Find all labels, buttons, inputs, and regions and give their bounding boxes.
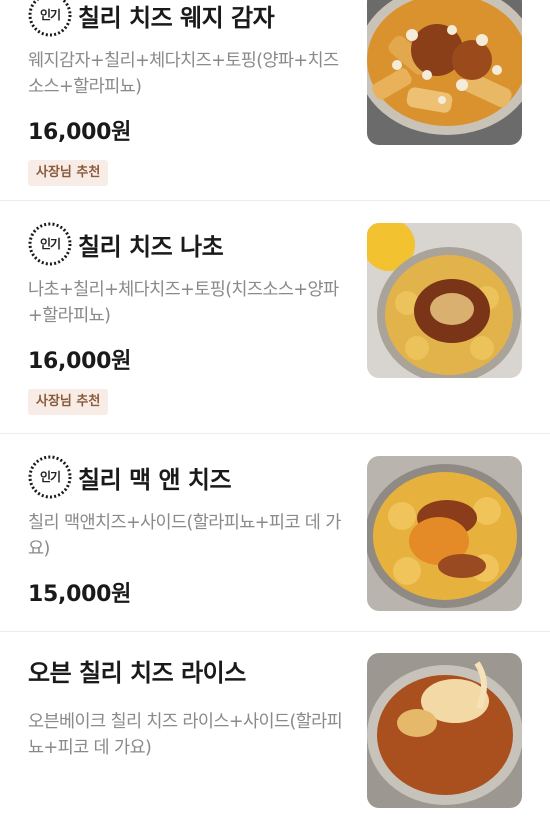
menu-item-photo — [367, 456, 522, 611]
menu-item-name: 칠리 맥 앤 치즈 — [78, 465, 232, 494]
menu-item-name: 칠리 치즈 나초 — [78, 232, 224, 261]
menu-item-name: 오븐 칠리 치즈 라이스 — [28, 658, 246, 687]
menu-item[interactable]: 인기 칠리 치즈 나초 나초+칠리+체다치즈+토핑(치즈소스+양파+할라피뇨) … — [0, 201, 550, 434]
popular-badge-label: 인기 — [39, 470, 61, 484]
menu-item-name: 칠리 치즈 웨지 감자 — [78, 3, 275, 32]
popular-badge-icon: 인기 — [28, 455, 72, 499]
menu-item-description: 칠리 맥앤치즈+사이드(할라피뇨+피코 데 가요) — [28, 513, 341, 559]
menu-item[interactable]: 인기 칠리 맥 앤 치즈 칠리 맥앤치즈+사이드(할라피뇨+피코 데 가요) 1… — [0, 434, 550, 632]
popular-badge-label: 인기 — [39, 8, 61, 22]
owner-recommend-tag: 사장님 추천 — [28, 160, 109, 186]
menu-item-description: 웨지감자+칠리+체다치즈+토핑(양파+치즈소스+할라피뇨) — [28, 51, 339, 97]
owner-recommend-tag: 사장님 추천 — [28, 389, 109, 415]
menu-item-photo — [367, 223, 522, 378]
menu-item-description: 오븐베이크 칠리 치즈 라이스+사이드(할라피뇨+피코 데 가요) — [28, 712, 343, 758]
menu-item-photo — [367, 0, 522, 145]
menu-item[interactable]: 인기 칠리 치즈 웨지 감자 웨지감자+칠리+체다치즈+토핑(양파+치즈소스+할… — [0, 0, 550, 201]
menu-item-price: 15,000원 — [28, 582, 132, 607]
menu-item-photo — [367, 653, 522, 808]
popular-badge-icon: 인기 — [28, 0, 72, 37]
popular-badge-label: 인기 — [39, 237, 61, 251]
popular-badge-icon: 인기 — [28, 222, 72, 266]
menu-item[interactable]: 오븐 칠리 치즈 라이스 오븐베이크 칠리 치즈 라이스+사이드(할라피뇨+피코… — [0, 632, 550, 832]
menu-item-price: 16,000원 — [28, 120, 132, 145]
menu-item-description: 나초+칠리+체다치즈+토핑(치즈소스+양파+할라피뇨) — [28, 280, 339, 326]
menu-item-price: 16,000원 — [28, 349, 132, 374]
